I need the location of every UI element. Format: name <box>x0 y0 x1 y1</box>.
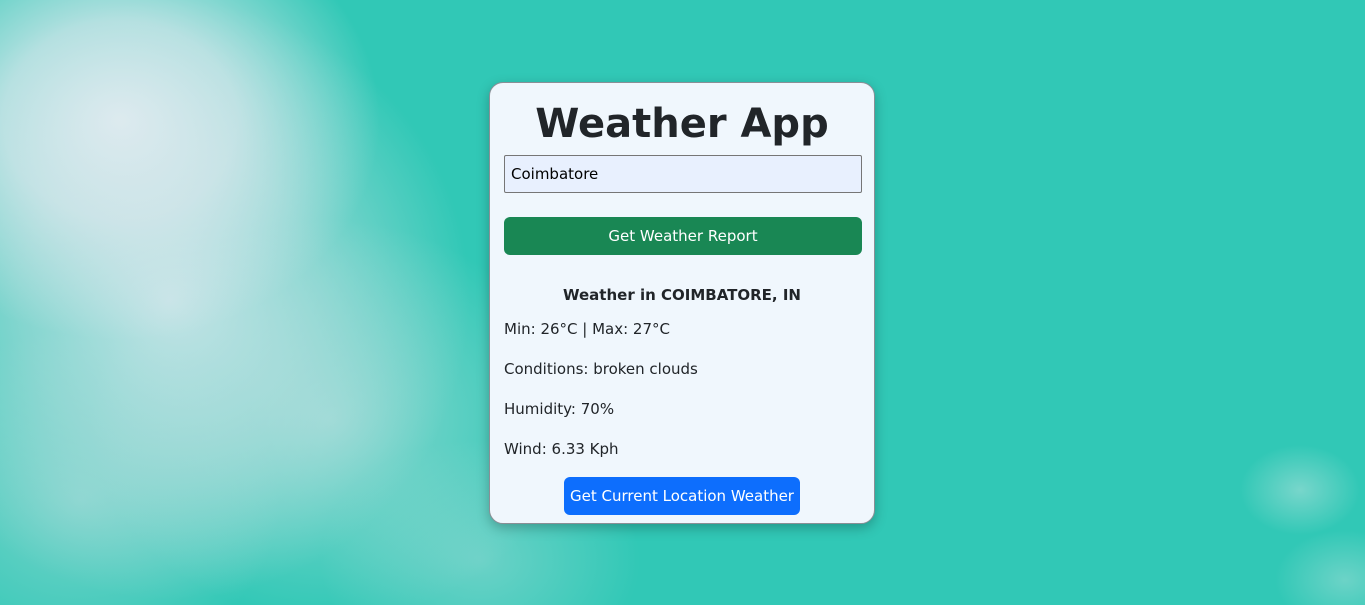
humidity: Humidity: 70% <box>504 400 615 418</box>
get-weather-report-button[interactable]: Get Weather Report <box>504 217 862 255</box>
temperature-min-max: Min: 26°C | Max: 27°C <box>504 320 670 338</box>
city-input[interactable] <box>504 155 862 193</box>
get-current-location-weather-button[interactable]: Get Current Location Weather <box>564 477 800 515</box>
weather-card: Weather App Get Weather Report Weather i… <box>489 82 875 524</box>
app-title: Weather App <box>535 101 829 147</box>
weather-report: Weather in COIMBATORE, IN Min: 26°C | Ma… <box>504 285 860 459</box>
weather-conditions: Conditions: broken clouds <box>504 360 698 378</box>
wind-speed: Wind: 6.33 Kph <box>504 440 619 458</box>
report-heading: Weather in COIMBATORE, IN <box>563 286 801 304</box>
